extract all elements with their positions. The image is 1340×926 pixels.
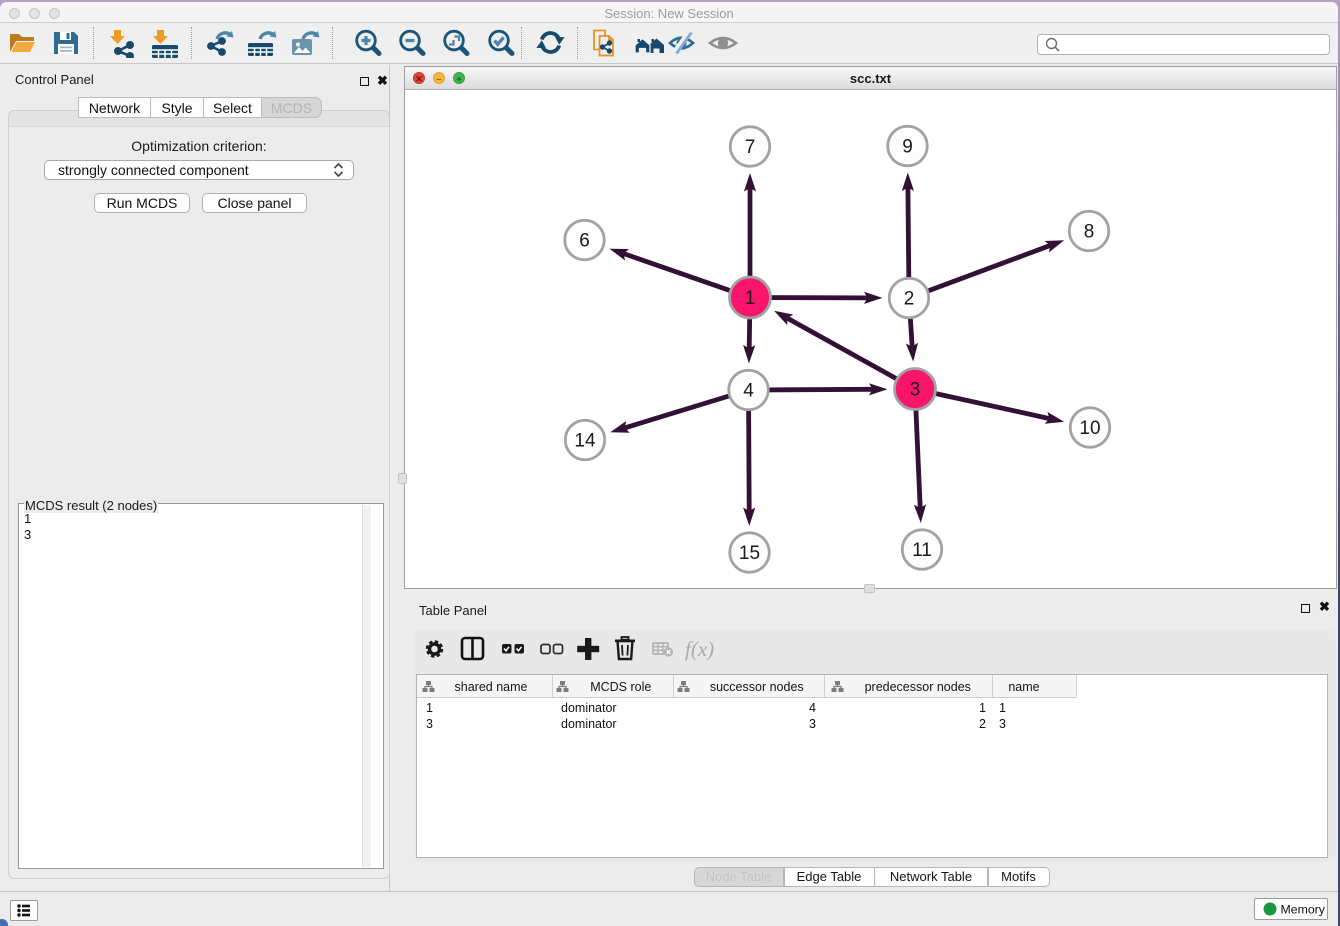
svg-text:1: 1 — [745, 288, 756, 309]
svg-text:3: 3 — [910, 380, 921, 401]
svg-text:9: 9 — [902, 137, 913, 158]
svg-text:f(x): f(x) — [685, 637, 714, 661]
svg-text:11: 11 — [912, 540, 932, 561]
svg-text:8: 8 — [1084, 222, 1095, 243]
svg-text:15: 15 — [739, 543, 760, 564]
svg-text:6: 6 — [579, 231, 590, 252]
svg-text:4: 4 — [743, 381, 754, 402]
svg-text:7: 7 — [745, 137, 756, 158]
svg-text:10: 10 — [1079, 418, 1100, 439]
svg-text:14: 14 — [574, 431, 596, 452]
svg-text:2: 2 — [904, 289, 915, 310]
svg-text:Memory: Memory — [1281, 903, 1326, 917]
